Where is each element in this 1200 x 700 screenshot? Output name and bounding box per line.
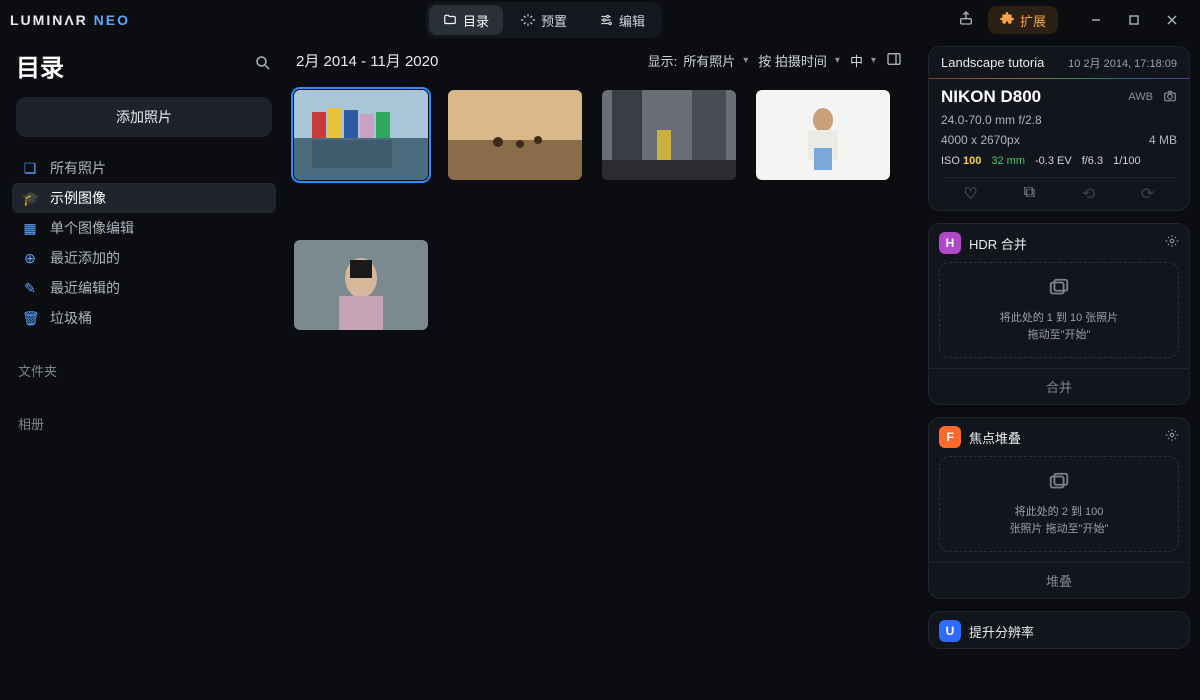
- sidebar-item-recently-edited[interactable]: ✎ 最近编辑的: [12, 273, 276, 303]
- histogram-bar: [929, 78, 1189, 79]
- folders-section-label: 文件夹: [18, 361, 272, 380]
- filesize-label: 4 MB: [1149, 133, 1177, 147]
- sliders-icon: [599, 13, 613, 27]
- graduation-icon: 🎓: [22, 190, 38, 207]
- lens-label: 24.0-70.0 mm f/2.8: [941, 113, 1177, 127]
- sidebar-item-single-edit[interactable]: ▦ 单个图像编辑: [12, 213, 276, 243]
- photo-info-card: Landscape tutoria 10 2月 2014, 17:18:09 N…: [928, 46, 1190, 211]
- search-icon[interactable]: [254, 54, 272, 77]
- images-icon: [948, 471, 1170, 498]
- sidebar-item-trash[interactable]: 🗑 垃圾桶: [12, 303, 276, 333]
- sidebar: 目录 添加照片 ❏ 所有照片 🎓 示例图像 ▦ 单个图像编辑 ⊕ 最近添加的: [0, 40, 288, 700]
- size-filter[interactable]: 中 ▾: [850, 51, 876, 70]
- stack-icon: ❏: [22, 160, 38, 177]
- awb-label: AWB: [1128, 91, 1153, 103]
- gear-icon[interactable]: [1165, 234, 1179, 253]
- chevron-down-icon: ▾: [871, 55, 876, 66]
- albums-section-label: 相册: [18, 414, 272, 433]
- focal-label: 32 mm: [991, 155, 1025, 167]
- aperture-label: f/6.3: [1082, 155, 1103, 167]
- date-range: 2月 2014 - 11月 2020: [296, 50, 438, 71]
- hdr-dropzone[interactable]: 将此处的 1 到 10 张照片 拖动至"开始": [939, 262, 1179, 358]
- focus-stack-card: F 焦点堆叠 将此处的 2 到 100 张照片 拖动至"开始" 堆叠: [928, 417, 1190, 599]
- thumbnail[interactable]: [756, 90, 890, 180]
- window-minimize-button[interactable]: [1078, 6, 1114, 34]
- sidebar-item-all-photos[interactable]: ❏ 所有照片: [12, 153, 276, 183]
- hdr-merge-card: H HDR 合并 将此处的 1 到 10 张照片 拖动至"开始" 合并: [928, 223, 1190, 405]
- main-tabs: 目录 预置 编辑: [426, 2, 662, 38]
- puzzle-icon: [1000, 12, 1014, 29]
- sidebar-item-recently-added[interactable]: ⊕ 最近添加的: [12, 243, 276, 273]
- upscale-badge-icon: U: [939, 620, 961, 642]
- rotate-right-icon[interactable]: ⟳: [1138, 184, 1158, 204]
- focus-dropzone[interactable]: 将此处的 2 到 100 张照片 拖动至"开始": [939, 456, 1179, 552]
- tab-catalog[interactable]: 目录: [429, 5, 503, 35]
- shutter-label: 1/100: [1113, 155, 1141, 167]
- grid-icon: ▦: [22, 220, 38, 237]
- page-title: 目录: [16, 48, 244, 83]
- ev-label: -0.3 EV: [1035, 155, 1072, 167]
- app-logo: LUMINΛR NEO: [10, 12, 130, 28]
- photo-date: 10 2月 2014, 17:18:09: [1068, 55, 1177, 71]
- camera-icon: [1163, 89, 1177, 106]
- dimensions-label: 4000 x 2670px: [941, 133, 1020, 147]
- window-close-button[interactable]: [1154, 6, 1190, 34]
- tab-edit[interactable]: 编辑: [585, 5, 659, 35]
- show-filter[interactable]: 显示: 所有照片 ▾: [648, 51, 749, 70]
- hdr-merge-button[interactable]: 合并: [929, 368, 1189, 404]
- sparkle-icon: [521, 13, 535, 27]
- folder-icon: [443, 13, 457, 27]
- chevron-down-icon: ▾: [743, 55, 748, 66]
- thumbnail[interactable]: [602, 90, 736, 180]
- extensions-button[interactable]: 扩展: [988, 6, 1058, 34]
- rotate-left-icon[interactable]: ⟲: [1079, 184, 1099, 204]
- thumbnail[interactable]: [448, 90, 582, 180]
- tab-presets[interactable]: 预置: [507, 5, 581, 35]
- info-panel: Landscape tutoria 10 2月 2014, 17:18:09 N…: [920, 40, 1200, 700]
- share-icon[interactable]: [958, 10, 974, 31]
- panel-toggle-icon[interactable]: [886, 51, 902, 70]
- sidebar-item-sample-images[interactable]: 🎓 示例图像: [12, 183, 276, 213]
- recent-edit-icon: ✎: [22, 280, 38, 297]
- gear-icon[interactable]: [1165, 428, 1179, 447]
- thumbnail[interactable]: [294, 240, 428, 330]
- iso-label: ISO 100: [941, 155, 981, 167]
- copy-icon[interactable]: ⧉: [1020, 184, 1040, 204]
- thumbnail[interactable]: [294, 90, 428, 180]
- photo-grid: [288, 80, 920, 700]
- chevron-down-icon: ▾: [835, 55, 840, 66]
- favorite-icon[interactable]: ♡: [961, 184, 981, 204]
- trash-icon: 🗑: [22, 310, 38, 327]
- focus-badge-icon: F: [939, 426, 961, 448]
- images-icon: [948, 277, 1170, 304]
- recent-add-icon: ⊕: [22, 250, 38, 267]
- focus-stack-button[interactable]: 堆叠: [929, 562, 1189, 598]
- hdr-badge-icon: H: [939, 232, 961, 254]
- sort-filter[interactable]: 按 拍摄时间 ▾: [758, 51, 840, 70]
- grid-toolbar: 2月 2014 - 11月 2020 显示: 所有照片 ▾ 按 拍摄时间 ▾ 中…: [288, 40, 920, 80]
- upscale-card: U 提升分辨率: [928, 611, 1190, 649]
- window-maximize-button[interactable]: [1116, 6, 1152, 34]
- add-photos-button[interactable]: 添加照片: [16, 97, 272, 137]
- camera-model: NIKON D800: [941, 87, 1041, 107]
